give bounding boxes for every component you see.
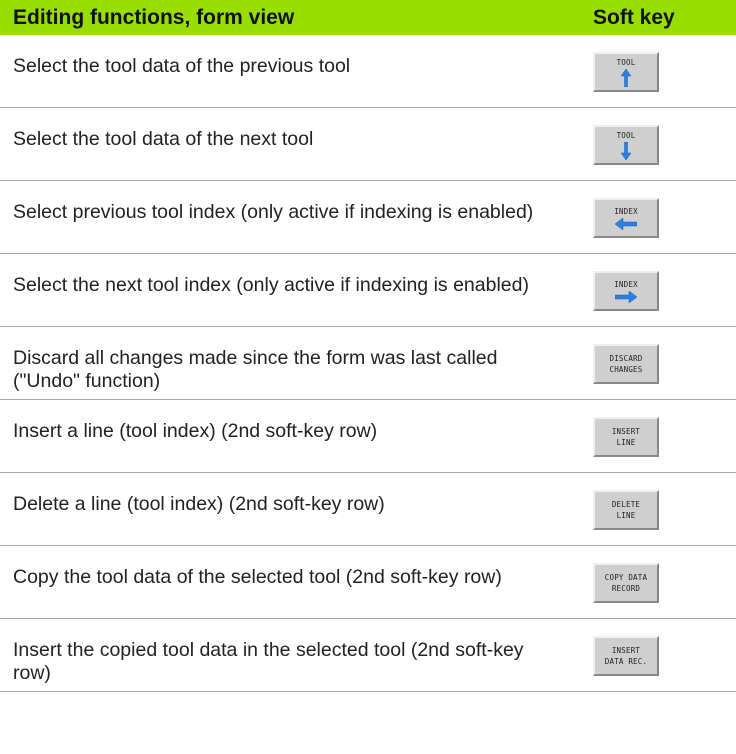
softkey-label: INDEX bbox=[614, 207, 638, 216]
copy-data-record-softkey[interactable]: COPY DATA RECORD bbox=[593, 563, 659, 603]
table-row: Select the next tool index (only active … bbox=[0, 254, 736, 327]
function-description: Insert the copied tool data in the selec… bbox=[13, 639, 524, 684]
table-row: Select the tool data of the previous too… bbox=[0, 35, 736, 108]
table-row: Insert the copied tool data in the selec… bbox=[0, 619, 736, 692]
softkey-label-line2: LINE bbox=[616, 511, 636, 520]
function-description: Select the tool data of the previous too… bbox=[13, 55, 351, 77]
function-description: Select the next tool index (only active … bbox=[13, 274, 529, 296]
tool-previous-softkey[interactable]: TOOL bbox=[593, 52, 659, 92]
function-description: Insert a line (tool index) (2nd soft-key… bbox=[13, 420, 378, 442]
table-row: Insert a line (tool index) (2nd soft-key… bbox=[0, 400, 736, 473]
softkey-label: TOOL bbox=[616, 131, 636, 140]
delete-line-softkey[interactable]: DELETE LINE bbox=[593, 490, 659, 530]
function-description: Discard all changes made since the form … bbox=[13, 347, 498, 392]
table-header: Editing functions, form view Soft key bbox=[0, 0, 736, 35]
index-next-softkey[interactable]: INDEX bbox=[593, 271, 659, 311]
table-row: Copy the tool data of the selected tool … bbox=[0, 546, 736, 619]
discard-changes-softkey[interactable]: DISCARD CHANGES bbox=[593, 344, 659, 384]
arrow-down-icon bbox=[621, 142, 631, 160]
table-row: Delete a line (tool index) (2nd soft-key… bbox=[0, 473, 736, 546]
softkey-label-line1: INSERT bbox=[611, 427, 641, 436]
softkey-label-line1: DISCARD bbox=[609, 354, 643, 363]
softkey-label-line1: INSERT bbox=[611, 646, 641, 655]
function-description: Delete a line (tool index) (2nd soft-key… bbox=[13, 493, 385, 515]
tool-next-softkey[interactable]: TOOL bbox=[593, 125, 659, 165]
function-description: Select the tool data of the next tool bbox=[13, 128, 314, 150]
table-row: Select previous tool index (only active … bbox=[0, 181, 736, 254]
softkey-table: Editing functions, form view Soft key Se… bbox=[0, 0, 736, 692]
arrow-up-icon bbox=[621, 69, 631, 87]
insert-line-softkey[interactable]: INSERT LINE bbox=[593, 417, 659, 457]
softkey-label-line1: DELETE bbox=[611, 500, 641, 509]
arrow-right-icon bbox=[615, 291, 637, 303]
softkey-label-line2: RECORD bbox=[611, 584, 641, 593]
table-row: Discard all changes made since the form … bbox=[0, 327, 736, 400]
insert-data-record-softkey[interactable]: INSERT DATA REC. bbox=[593, 636, 659, 676]
softkey-label: INDEX bbox=[614, 280, 638, 289]
softkey-label-line2: CHANGES bbox=[609, 365, 643, 374]
function-description: Select previous tool index (only active … bbox=[13, 201, 534, 223]
header-softkey-column: Soft key bbox=[593, 5, 675, 29]
softkey-label-line2: LINE bbox=[616, 438, 636, 447]
softkey-label: TOOL bbox=[616, 58, 636, 67]
index-previous-softkey[interactable]: INDEX bbox=[593, 198, 659, 238]
softkey-label-line2: DATA REC. bbox=[604, 657, 648, 666]
function-description: Copy the tool data of the selected tool … bbox=[13, 566, 502, 588]
arrow-left-icon bbox=[615, 218, 637, 230]
header-function-column: Editing functions, form view bbox=[13, 5, 295, 29]
softkey-label-line1: COPY DATA bbox=[604, 573, 648, 582]
table-row: Select the tool data of the next tool TO… bbox=[0, 108, 736, 181]
